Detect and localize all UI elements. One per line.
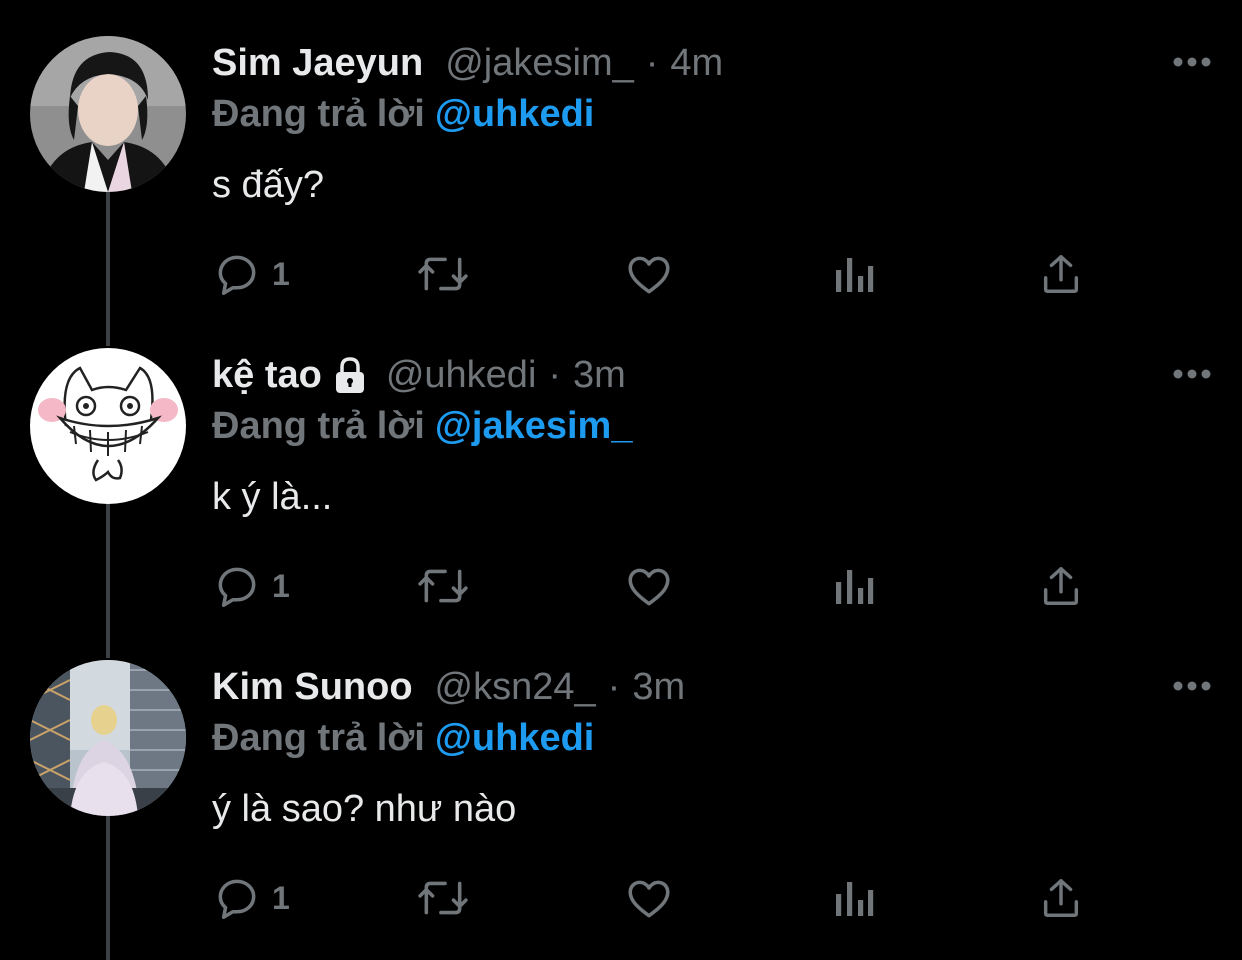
reply-icon — [218, 255, 256, 295]
retweet-icon — [418, 569, 468, 603]
retweet-button[interactable] — [415, 558, 471, 614]
views-button[interactable] — [832, 246, 876, 302]
more-options-icon[interactable] — [1172, 50, 1212, 74]
reply-icon — [218, 879, 256, 919]
share-icon — [1043, 255, 1079, 293]
like-button[interactable] — [624, 558, 674, 614]
heart-icon — [628, 568, 670, 606]
replying-to: Đang trả lời @jakesim_ — [212, 402, 632, 450]
analytics-icon — [836, 570, 874, 604]
avatar[interactable] — [30, 348, 186, 504]
mention-link[interactable]: @uhkedi — [435, 93, 595, 135]
tweet-header: Sim Jaeyun @jakesim_ · 4m — [212, 40, 723, 86]
user-handle[interactable]: @ksn24_ — [435, 664, 596, 710]
display-name[interactable]: Sim Jaeyun — [212, 40, 423, 86]
replying-to-label: Đang trả lời — [212, 93, 425, 135]
reply-icon — [218, 567, 256, 607]
lock-icon — [330, 355, 370, 395]
display-name[interactable]: kệ tao — [212, 352, 322, 398]
share-icon — [1043, 567, 1079, 605]
mention-link[interactable]: @jakesim_ — [435, 405, 633, 447]
analytics-icon — [836, 258, 874, 292]
views-button[interactable] — [832, 558, 876, 614]
retweet-icon — [418, 257, 468, 291]
user-handle[interactable]: @uhkedi — [386, 352, 537, 398]
mention-link[interactable]: @uhkedi — [435, 717, 595, 759]
more-options-icon[interactable] — [1172, 362, 1212, 386]
retweet-button[interactable] — [415, 870, 471, 926]
views-button[interactable] — [832, 870, 876, 926]
tweet[interactable]: Sim Jaeyun @jakesim_ · 4m Đang trả lời @u… — [0, 0, 1242, 312]
analytics-icon — [836, 882, 874, 916]
share-button[interactable] — [1038, 246, 1084, 302]
replying-to-label: Đang trả lời — [212, 405, 425, 447]
like-button[interactable] — [624, 870, 674, 926]
replying-to: Đang trả lời @uhkedi — [212, 714, 594, 762]
reply-count: 1 — [272, 879, 290, 916]
tweet[interactable]: kệ tao @uhkedi · 3m Đang trả lời @jakesim… — [0, 312, 1242, 624]
reply-count: 1 — [272, 255, 290, 292]
heart-icon — [628, 256, 670, 294]
share-button[interactable] — [1038, 870, 1084, 926]
separator-dot: · — [548, 354, 562, 396]
action-bar: 1 — [212, 870, 1092, 926]
more-options-icon[interactable] — [1172, 674, 1212, 698]
reply-button[interactable]: 1 — [212, 558, 290, 614]
timestamp[interactable]: 3m — [573, 352, 626, 398]
action-bar: 1 — [212, 558, 1092, 614]
separator-dot: · — [607, 666, 621, 708]
retweet-icon — [418, 881, 468, 915]
timestamp[interactable]: 4m — [670, 40, 723, 86]
share-icon — [1043, 879, 1079, 917]
user-handle[interactable]: @jakesim_ — [445, 40, 634, 86]
tweet[interactable]: Kim Sunoo @ksn24_ · 3m Đang trả lời @uhke… — [0, 624, 1242, 936]
avatar[interactable] — [30, 660, 186, 816]
tweet-text: s đấy? — [212, 164, 324, 206]
tweet-header: Kim Sunoo @ksn24_ · 3m — [212, 664, 685, 710]
display-name[interactable]: Kim Sunoo — [212, 664, 413, 710]
reply-button[interactable]: 1 — [212, 246, 290, 302]
heart-icon — [628, 880, 670, 918]
replying-to-label: Đang trả lời — [212, 717, 425, 759]
replying-to: Đang trả lời @uhkedi — [212, 90, 594, 138]
action-bar: 1 — [212, 246, 1092, 302]
tweet-header: kệ tao @uhkedi · 3m — [212, 352, 626, 398]
tweet-text: k ý là... — [212, 476, 333, 518]
timestamp[interactable]: 3m — [632, 664, 685, 710]
reply-count: 1 — [272, 567, 290, 604]
like-button[interactable] — [624, 246, 674, 302]
tweet-text: ý là sao? như nào — [212, 788, 517, 830]
reply-button[interactable]: 1 — [212, 870, 290, 926]
avatar[interactable] — [30, 36, 186, 192]
retweet-button[interactable] — [415, 246, 471, 302]
share-button[interactable] — [1038, 558, 1084, 614]
separator-dot: · — [645, 42, 659, 84]
